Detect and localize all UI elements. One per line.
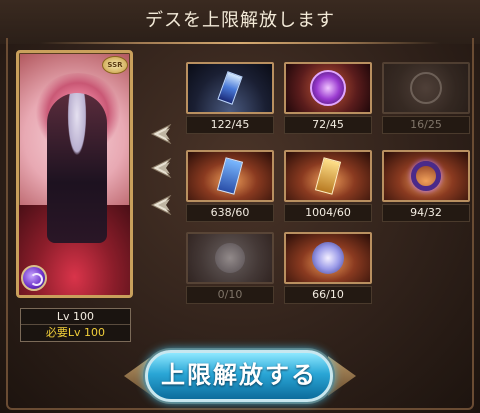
current-level: Lv 100 [21, 309, 130, 325]
blue-tablet-icon [186, 150, 274, 202]
material-count: 0/10 [186, 286, 274, 304]
material-item[interactable]: 66/10 [284, 232, 372, 304]
material-item[interactable]: 1004/60 [284, 150, 372, 222]
arrow-left-icon [150, 158, 172, 178]
faded-sigil-icon [382, 62, 470, 114]
level-box: Lv 100 必要Lv 100 [20, 308, 131, 342]
faded-orb-icon [186, 232, 274, 284]
material-item[interactable]: 0/10 [186, 232, 274, 304]
material-count: 94/32 [382, 204, 470, 222]
light-sphere-icon [284, 232, 372, 284]
material-count: 122/45 [186, 116, 274, 134]
material-count: 638/60 [186, 204, 274, 222]
gold-tablet-icon [284, 150, 372, 202]
dark-element-icon [21, 265, 47, 291]
material-count: 72/45 [284, 116, 372, 134]
material-count: 66/10 [284, 286, 372, 304]
character-card[interactable]: SSR [16, 50, 133, 298]
material-item[interactable]: 16/25 [382, 62, 470, 134]
material-count: 1004/60 [284, 204, 372, 222]
material-count: 16/25 [382, 116, 470, 134]
arrow-left-icon [150, 124, 172, 144]
uncap-button[interactable]: 上限解放する [145, 350, 333, 402]
rarity-badge: SSR [102, 56, 128, 74]
material-item[interactable]: 94/32 [382, 150, 470, 222]
required-level: 必要Lv 100 [45, 326, 106, 339]
material-item[interactable]: 638/60 [186, 150, 274, 222]
material-item[interactable]: 122/45 [186, 62, 274, 134]
arrow-left-icon [150, 195, 172, 215]
dark-ring-icon [382, 150, 470, 202]
page-title: デスを上限解放します [145, 10, 335, 31]
purple-sigil-orb-icon [284, 62, 372, 114]
material-item[interactable]: 72/45 [284, 62, 372, 134]
character-portrait [47, 93, 107, 243]
blue-crystal-icon [186, 62, 274, 114]
uncap-panel: デスを上限解放します SSR Lv 100 必要Lv 100 122/45 72… [0, 0, 480, 413]
